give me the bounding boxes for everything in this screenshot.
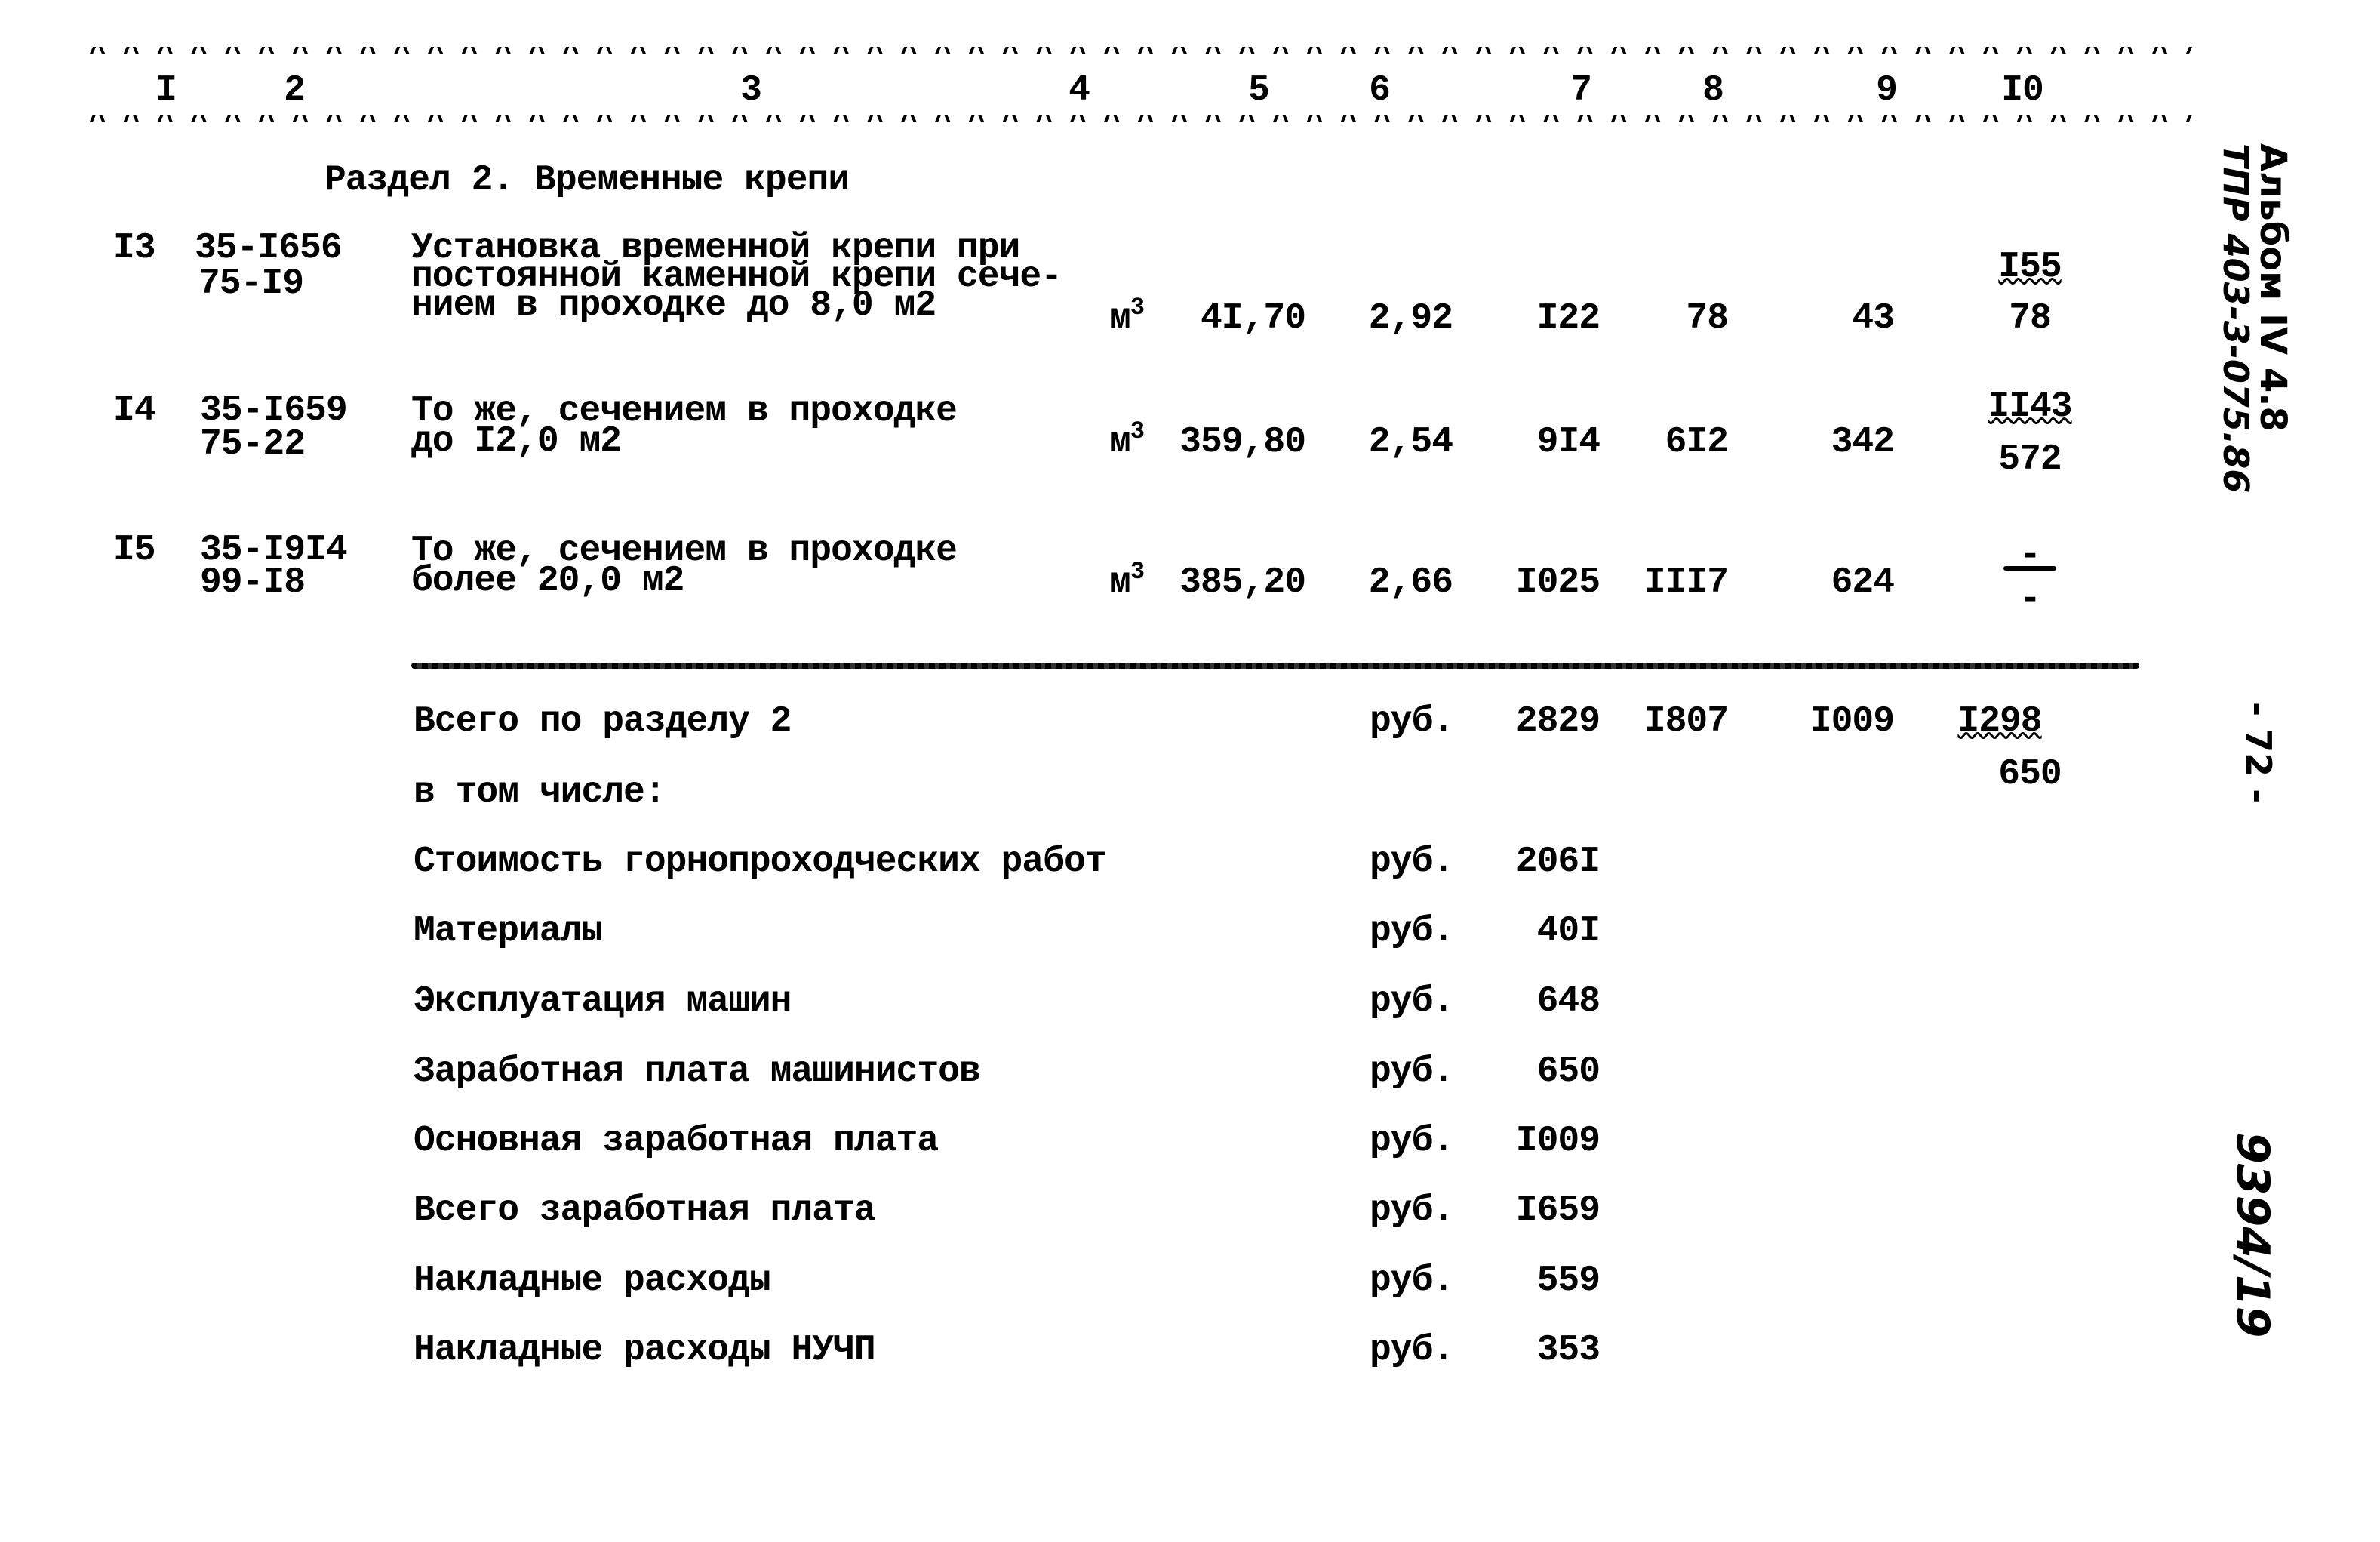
row-col6: 2,66: [1368, 562, 1453, 603]
project-code-stamp: ТПР 403-3-075.86: [2215, 143, 2256, 494]
section-title: Раздел 2. Временные крепи: [324, 160, 850, 201]
col-header-10: I0: [2001, 70, 2044, 111]
unit-text: м: [1109, 298, 1131, 339]
row-code-2: 75-I9: [198, 263, 304, 304]
row-col10-bottom: 78: [2009, 298, 2052, 339]
including-label: в том числе:: [414, 772, 666, 813]
breakdown-unit: руб.: [1370, 1330, 1454, 1371]
row-description: То же, сечением в проходке более 20,0 м2: [411, 533, 958, 599]
row-code-2: 99-I8: [200, 562, 306, 603]
breakdown-value: I009: [1515, 1121, 1601, 1162]
totals-label: Всего по разделу 2: [414, 701, 792, 742]
breakdown-label: Всего заработная плата: [414, 1190, 876, 1231]
row-col10-bottom: 572: [1998, 439, 2062, 480]
row-number: I3: [113, 228, 156, 269]
row-unit: м3: [1109, 558, 1145, 603]
row-col10-top: I55: [1998, 247, 2062, 288]
breakdown-value: 353: [1536, 1330, 1601, 1371]
breakdown-label: Накладные расходы: [414, 1260, 771, 1301]
breakdown-value: I659: [1515, 1190, 1601, 1231]
breakdown-unit: руб.: [1370, 1051, 1454, 1092]
breakdown-value: 648: [1536, 981, 1601, 1022]
row-col10-top: II43: [1988, 386, 2072, 427]
breakdown-label: Заработная плата машинистов: [414, 1051, 981, 1092]
row-number: I5: [113, 530, 156, 571]
page-number: - 72 -: [2238, 702, 2279, 804]
totals-col7: 2829: [1515, 701, 1601, 742]
breakdown-value: 650: [1536, 1051, 1601, 1092]
col-header-3: 3: [740, 70, 762, 111]
totals-unit: руб.: [1370, 701, 1454, 742]
row-description: То же, сечением в проходке до I2,0 м2: [411, 393, 958, 460]
row-quantity: 385,20: [1179, 562, 1306, 603]
breakdown-value: 40I: [1536, 911, 1601, 952]
row-quantity: 359,80: [1179, 422, 1306, 463]
unit-text: м: [1109, 562, 1131, 603]
col-header-1: I: [155, 70, 177, 111]
totals-col9: I009: [1810, 701, 1895, 742]
col-header-9: 9: [1876, 70, 1898, 111]
col-header-6: 6: [1369, 70, 1391, 111]
row-description: Установка временной крепи при постоянной…: [411, 230, 1062, 324]
header-bottom-rule: ^^^^^^^^^^^^^^^^^^^^^^^^^^^^^^^^^^^^^^^^…: [89, 115, 2194, 130]
col-header-4: 4: [1069, 70, 1090, 111]
row-col7: I025: [1515, 562, 1601, 603]
col-header-8: 8: [1702, 70, 1724, 111]
breakdown-label: Стоимость горнопроходческих работ: [414, 842, 1107, 882]
breakdown-label: Накладные расходы НУЧП: [414, 1330, 876, 1371]
breakdown-label: Эксплуатация машин: [414, 981, 792, 1022]
totals-col8: I807: [1644, 701, 1729, 742]
album-stamp: Альбом IV 4.8: [2252, 143, 2294, 432]
breakdown-unit: руб.: [1370, 1260, 1454, 1301]
unit-superscript: 3: [1130, 417, 1145, 445]
row-unit: м3: [1109, 294, 1145, 339]
unit-text: м: [1109, 422, 1131, 463]
breakdown-unit: руб.: [1370, 1121, 1454, 1162]
inventory-number: 9394/19: [2226, 1132, 2279, 1338]
col-header-5: 5: [1248, 70, 1270, 111]
row-quantity: 4I,70: [1200, 298, 1306, 339]
row-code-2: 75-22: [200, 424, 306, 465]
row-col7: I22: [1536, 298, 1601, 339]
row-col6: 2,54: [1368, 422, 1453, 463]
header-top-rule: ^^^^^^^^^^^^^^^^^^^^^^^^^^^^^^^^^^^^^^^^…: [89, 47, 2194, 62]
fraction-line: [2003, 566, 2056, 571]
row-col6: 2,92: [1368, 298, 1453, 339]
row-code-1: 35-I656: [195, 228, 343, 269]
row-col9: 342: [1831, 422, 1895, 463]
col-header-2: 2: [284, 70, 306, 111]
row-col8: 6I2: [1665, 422, 1729, 463]
breakdown-unit: руб.: [1370, 981, 1454, 1022]
row-col9: 43: [1852, 298, 1895, 339]
breakdown-value: 206I: [1515, 842, 1601, 882]
unit-superscript: 3: [1130, 558, 1145, 586]
breakdown-label: Материалы: [414, 911, 603, 952]
breakdown-label: Основная заработная плата: [414, 1121, 939, 1162]
totals-separator: [411, 663, 2139, 669]
breakdown-unit: руб.: [1370, 911, 1454, 952]
row-code-1: 35-I659: [200, 390, 348, 431]
row-col9: 624: [1831, 562, 1895, 603]
breakdown-unit: руб.: [1370, 1190, 1454, 1231]
row-col10-bottom: -: [2019, 579, 2041, 620]
unit-superscript: 3: [1130, 294, 1145, 322]
breakdown-unit: руб.: [1370, 842, 1454, 882]
row-unit: м3: [1109, 417, 1145, 463]
totals-col10-top: I298: [1957, 701, 2042, 742]
row-number: I4: [113, 390, 156, 431]
row-col7: 9I4: [1536, 422, 1601, 463]
totals-col10-bottom: 650: [1998, 754, 2062, 795]
col-header-7: 7: [1570, 70, 1592, 111]
breakdown-value: 559: [1536, 1260, 1601, 1301]
row-col8: 78: [1686, 298, 1729, 339]
row-col8: III7: [1644, 562, 1729, 603]
